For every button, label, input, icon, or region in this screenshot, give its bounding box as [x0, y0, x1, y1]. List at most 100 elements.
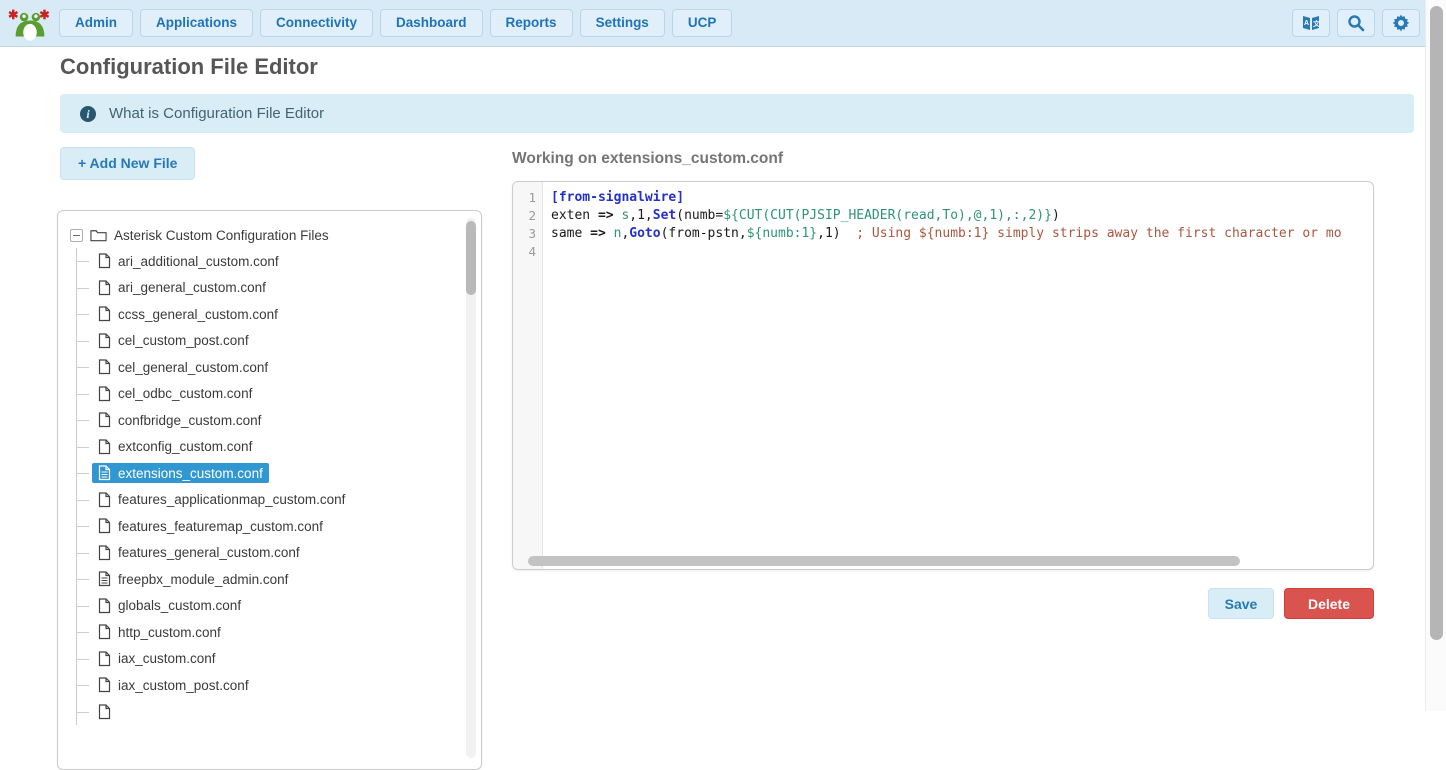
svg-text:✱: ✱: [8, 8, 19, 22]
tree-file-item[interactable]: ari_additional_custom.conf: [77, 248, 457, 275]
file-name: iax_custom.conf: [118, 651, 216, 666]
tree-file-list: ari_additional_custom.conf: [76, 248, 457, 725]
tree-file-item[interactable]: features_general_custom.conf: [77, 540, 457, 567]
file-name: extensions_custom.conf: [118, 466, 263, 481]
page-scrollbar[interactable]: [1425, 0, 1446, 711]
nav-menu-item[interactable]: Admin: [59, 9, 133, 37]
search-icon: [1347, 14, 1365, 32]
tree-file-inner: extconfig_custom.conf: [92, 437, 258, 457]
tree-file-inner: cel_general_custom.conf: [92, 357, 274, 377]
frog-logo-icon: ✱ ✱: [8, 5, 52, 41]
tree-file-inner: globals_custom.conf: [92, 596, 247, 616]
file-name: ccss_general_custom.conf: [118, 307, 278, 322]
code-line: [from-signalwire]: [551, 189, 1373, 207]
file-name: iax_custom_post.conf: [118, 678, 249, 693]
tree-file-item[interactable]: freepbx_module_admin.conf: [77, 566, 457, 593]
file-icon: [98, 386, 111, 402]
save-button[interactable]: Save: [1208, 588, 1274, 619]
editor-horizontal-scrollbar-thumb[interactable]: [528, 556, 1240, 566]
gear-icon: [1391, 13, 1411, 33]
tree-file-item[interactable]: iax_custom_post.conf: [77, 672, 457, 699]
tree-file-inner: confbridge_custom.conf: [92, 410, 267, 430]
working-on-heading: Working on extensions_custom.conf: [512, 150, 783, 168]
nav-menu-item[interactable]: Reports: [490, 9, 573, 37]
folder-icon: [90, 228, 107, 242]
code-lines[interactable]: [from-signalwire]exten => s,1,Set(numb=$…: [543, 182, 1373, 555]
tree-file-inner: iax_custom_post.conf: [92, 675, 255, 695]
svg-text:A: A: [1304, 20, 1309, 27]
info-banner-label: What is Configuration File Editor: [109, 105, 324, 122]
file-name: features_featuremap_custom.conf: [118, 519, 323, 534]
file-icon: [98, 492, 111, 508]
tree-file-item[interactable]: extconfig_custom.conf: [77, 434, 457, 461]
code-line: same => n,Goto(from-pstn,${numb:1},1) ; …: [551, 225, 1373, 243]
file-icon: [98, 624, 111, 640]
nav-menu-item[interactable]: Applications: [140, 9, 253, 37]
tree-file-inner: features_featuremap_custom.conf: [92, 516, 329, 536]
tree-file-item[interactable]: cel_general_custom.conf: [77, 354, 457, 381]
file-icon: [98, 571, 111, 587]
page-scrollbar-thumb[interactable]: [1430, 6, 1443, 640]
tree-root[interactable]: Asterisk Custom Configuration Files: [70, 222, 457, 248]
tree-file-item[interactable]: extensions_custom.conf: [77, 460, 457, 487]
file-tree: Asterisk Custom Configuration Files: [70, 222, 457, 725]
nav-menu-item[interactable]: Settings: [580, 9, 665, 37]
file-icon: [98, 412, 111, 428]
tree-file-inner: ari_additional_custom.conf: [92, 251, 285, 271]
tree-file-item[interactable]: ari_general_custom.conf: [77, 275, 457, 302]
file-icon: [98, 598, 111, 614]
file-name: cel_odbc_custom.conf: [118, 386, 252, 401]
add-new-file-button[interactable]: + Add New File: [60, 147, 195, 180]
tree-file-item[interactable]: cel_custom_post.conf: [77, 328, 457, 355]
tree-file-item[interactable]: features_featuremap_custom.conf: [77, 513, 457, 540]
file-name: ari_additional_custom.conf: [118, 254, 279, 269]
tree-file-item[interactable]: confbridge_custom.conf: [77, 407, 457, 434]
file-name: ari_general_custom.conf: [118, 280, 266, 295]
nav-menu-item[interactable]: Connectivity: [260, 9, 373, 37]
nav-menu-item[interactable]: UCP: [672, 9, 733, 37]
file-icon: [98, 651, 111, 667]
config-code-editor[interactable]: 1234 [from-signalwire]exten => s,1,Set(n…: [512, 181, 1374, 570]
nav-menu: AdminApplicationsConnectivityDashboardRe…: [59, 9, 732, 37]
tree-file-inner: ccss_general_custom.conf: [92, 304, 284, 324]
file-icon: [98, 439, 111, 455]
delete-button[interactable]: Delete: [1284, 588, 1374, 619]
file-name: confbridge_custom.conf: [118, 413, 261, 428]
info-banner[interactable]: i What is Configuration File Editor: [60, 94, 1414, 133]
tree-file-item[interactable]: features_applicationmap_custom.conf: [77, 487, 457, 514]
tree-file-inner: iax_custom.conf: [92, 649, 222, 669]
svg-text:文: 文: [1313, 19, 1321, 28]
tree-file-inner: freepbx_module_admin.conf: [92, 569, 294, 589]
tree-file-item[interactable]: [77, 699, 457, 726]
tree-file-item[interactable]: http_custom.conf: [77, 619, 457, 646]
file-icon: [98, 333, 111, 349]
top-navbar: ✱ ✱ AdminApplicationsConnectivityDashboa…: [0, 0, 1446, 47]
tree-file-item[interactable]: ccss_general_custom.conf: [77, 301, 457, 328]
code-line: [551, 243, 1373, 261]
tree-file-item[interactable]: iax_custom.conf: [77, 646, 457, 673]
settings-button[interactable]: [1382, 9, 1420, 37]
line-number: 3: [513, 225, 542, 243]
tree-file-item[interactable]: globals_custom.conf: [77, 593, 457, 620]
tree-scrollbar-thumb[interactable]: [466, 221, 476, 295]
line-number: 4: [513, 243, 542, 261]
language-button[interactable]: A 文: [1292, 9, 1330, 37]
tree-file-inner: cel_odbc_custom.conf: [92, 384, 258, 404]
nav-menu-item[interactable]: Dashboard: [380, 9, 483, 37]
svg-text:✱: ✱: [39, 8, 50, 22]
file-name: cel_custom_post.conf: [118, 333, 249, 348]
file-name: globals_custom.conf: [118, 598, 241, 613]
tree-scrollbar[interactable]: [466, 218, 476, 758]
tree-file-inner: ari_general_custom.conf: [92, 278, 272, 298]
line-number: 1: [513, 189, 542, 207]
line-number: 2: [513, 207, 542, 225]
file-name: extconfig_custom.conf: [118, 439, 252, 454]
file-icon: [98, 518, 111, 534]
code-line: exten => s,1,Set(numb=${CUT(CUT(PJSIP_HE…: [551, 207, 1373, 225]
tree-file-item[interactable]: cel_odbc_custom.conf: [77, 381, 457, 408]
collapse-icon[interactable]: [70, 229, 83, 242]
tree-file-inner: http_custom.conf: [92, 622, 227, 642]
line-number-gutter: 1234: [513, 182, 543, 569]
freepbx-logo[interactable]: ✱ ✱: [8, 5, 52, 41]
search-button[interactable]: [1337, 9, 1375, 37]
